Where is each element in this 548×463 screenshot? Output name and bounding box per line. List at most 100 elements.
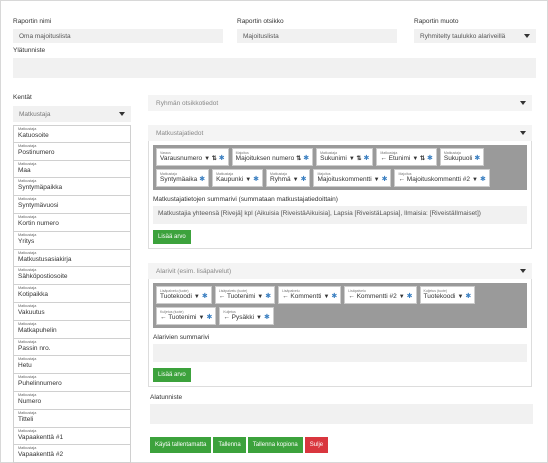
close-button[interactable]: Sulje [304, 437, 329, 453]
traveler-info-columns: Varaus Varausnumero ▼ ⇅ ✱ Majoitus Majoitukse… [153, 145, 527, 190]
field-list-item[interactable]: Matkustaja Vakuutus [13, 302, 131, 321]
gear-icon[interactable]: ✱ [474, 155, 480, 163]
filter-sort-icon[interactable]: ▼ [457, 293, 463, 301]
filter-sort-icon[interactable]: ▼ [293, 176, 299, 184]
sub-rows-header[interactable]: Alarivit (esim. lisäpalvelut) [148, 263, 532, 279]
column-chip-main: Majoituskommentti ▼ ✱ [317, 176, 387, 184]
gear-icon[interactable]: ✱ [331, 293, 337, 301]
gear-icon[interactable]: ✱ [202, 293, 208, 301]
save-button[interactable]: Tallenna [213, 437, 246, 453]
column-chip-label: Majoituskommentti [317, 176, 372, 183]
filter-sort-icon[interactable]: ▼ [194, 293, 200, 301]
filter-sort-icon[interactable]: ▼ [323, 293, 329, 301]
gear-icon[interactable]: ✱ [303, 155, 309, 163]
column-chip[interactable]: Lisäpalvelu (tuote) Tuotekoodi ▼ ✱ [156, 286, 212, 304]
field-list-item[interactable]: Matkustaja Hetu [13, 356, 131, 375]
field-name: Kortin numero [18, 219, 59, 227]
group-headers-select[interactable]: Ryhmän otsikkotiedot [148, 95, 532, 111]
field-list-item[interactable]: Matkustaja Postinumero [13, 142, 131, 161]
field-list-item[interactable]: Matkustaja Syntymävuosi [13, 196, 131, 214]
field-list-item[interactable]: Matkustaja Matkapuhelin [13, 320, 131, 339]
filter-sort-icon[interactable]: ▼ [256, 314, 262, 322]
sub-rows-title: Alarivit (esim. lisäpalvelut) [156, 267, 232, 275]
chevron-down-icon [524, 34, 530, 38]
filter-sort-icon[interactable]: ▼ [374, 176, 380, 184]
traveler-info-header[interactable]: Matkustajatiedot [148, 125, 532, 141]
sub-rows-add-value-button[interactable]: Lisää arvo [153, 368, 191, 382]
filter-sort-icon[interactable]: ▼ [399, 293, 405, 301]
field-list-item[interactable]: Matkustaja Matkustusasiakirja [13, 249, 131, 268]
column-chip[interactable]: Lisäpalvelu ← Kommentti #2 ▼ ✱ [344, 286, 417, 304]
filter-sort-icon[interactable]: ▼ [199, 314, 205, 322]
column-chip[interactable]: Varaus Varausnumero ▼ ⇅ ✱ [156, 148, 229, 166]
column-chip[interactable]: Matkustaja Sukupuoli ✱ [439, 148, 485, 166]
header-input[interactable] [13, 58, 536, 78]
field-list-item[interactable]: Matkustaja Sähköpostiosoite [13, 267, 131, 286]
field-list-item[interactable]: Matkustaja Vapaakenttä #1 [13, 427, 131, 446]
field-list-item[interactable]: Matkustaja Passin nro. [13, 338, 131, 357]
column-chip[interactable]: Majoitus Majoituksen numero ⇅ ✱ [231, 148, 314, 166]
gear-icon[interactable]: ✱ [407, 293, 413, 301]
column-chip[interactable]: Matkustaja Sukunimi ▼ ⇅ ✱ [316, 148, 374, 166]
gear-icon[interactable]: ✱ [301, 176, 307, 184]
gear-icon[interactable]: ✱ [480, 176, 486, 184]
report-format-select[interactable]: Ryhmitelty taulukko alariveillä [414, 29, 536, 43]
column-chip[interactable]: Kuljetus ← Pysäkki ▼ ✱ [219, 307, 274, 325]
gear-icon[interactable]: ✱ [265, 293, 271, 301]
column-chip[interactable]: Kuljetus (tuote) ← Tuotenimi ▼ ✱ [156, 307, 217, 325]
gear-icon[interactable]: ✱ [465, 293, 471, 301]
filter-sort-icon[interactable]: ▼ [472, 176, 478, 184]
column-chip[interactable]: Matkustaja Ryhmä ▼ ✱ [266, 169, 311, 187]
field-name: Vapaakenttä #2 [18, 451, 64, 459]
gear-icon[interactable]: ✱ [206, 314, 212, 322]
gear-icon[interactable]: ✱ [382, 176, 388, 184]
field-list-item[interactable]: Matkustaja Kortin numero [13, 213, 131, 232]
field-list-item[interactable]: Matkustaja Kotipaikka [13, 285, 131, 303]
column-chip[interactable]: Matkustaja Kaupunki ▼ ✱ [212, 169, 264, 187]
traveler-info-panel: Matkustajatiedot Varaus Varausnumero ▼ ⇅ ✱ M… [148, 125, 532, 249]
field-list-item[interactable]: Matkustaja Syntymäpaikka [13, 178, 131, 197]
save-copy-button[interactable]: Tallenna kopiona [247, 437, 303, 453]
sub-rows-summary-label: Alarivien summarivi [153, 334, 210, 341]
filter-sort-icon[interactable]: ▼ ⇅ [204, 155, 217, 163]
traveler-summary-input[interactable]: Matkustajia yhteensä [Rivejä] kpl (Aikui… [153, 206, 527, 224]
use-unsaved-button[interactable]: Käytä tallentamatta [150, 437, 212, 453]
report-name-input[interactable]: Oma majoituslista [13, 29, 223, 43]
traveler-add-value-button[interactable]: Lisää arvo [153, 230, 191, 244]
footer-input[interactable] [150, 404, 533, 424]
field-name: Hetu [18, 362, 32, 370]
gear-icon[interactable]: ✱ [219, 155, 225, 163]
gear-icon[interactable]: ✱ [427, 155, 433, 163]
gear-icon[interactable]: ✱ [363, 155, 369, 163]
column-chip[interactable]: Kuljetus (tuote) Tuotekoodi ▼ ✱ [419, 286, 476, 304]
filter-sort-icon[interactable]: ▼ ⇅ [349, 155, 362, 163]
fields-category-select[interactable]: Matkustaja [13, 106, 131, 122]
field-list-item[interactable]: Matkustaja Yritys [13, 231, 131, 250]
field-name: Katuosoite [18, 132, 49, 139]
gear-icon[interactable]: ✱ [199, 176, 205, 184]
filter-sort-icon[interactable]: ⇅ [296, 155, 301, 163]
filter-sort-icon[interactable]: ▼ [245, 176, 251, 184]
gear-icon[interactable]: ✱ [253, 176, 259, 184]
column-chip-label: Sukupuoli [443, 155, 473, 162]
column-chip[interactable]: Matkustaja Syntymäaika ✱ [156, 169, 210, 187]
filter-sort-icon[interactable]: ▼ ⇅ [412, 155, 425, 163]
column-chip[interactable]: Majoitus ← Majoituskommentti #2 ▼ ✱ [394, 169, 490, 187]
column-chip[interactable]: Lisäpalvelu ← Kommentti ▼ ✱ [278, 286, 342, 304]
field-list-item[interactable]: Matkustaja Maa [13, 160, 131, 179]
sub-rows-summary-input[interactable] [153, 344, 527, 362]
field-list-item[interactable]: Matkustaja Vapaakenttä #2 [13, 445, 131, 463]
column-chip[interactable]: Majoitus Majoituskommentti ▼ ✱ [313, 169, 392, 187]
field-list-item[interactable]: Matkustaja Katuosoite [13, 125, 131, 143]
field-list-item[interactable]: Matkustaja Numero [13, 391, 131, 410]
field-list-item[interactable]: Matkustaja Puhelinnumero [13, 374, 131, 392]
column-chip[interactable]: Matkustaja ← Etunimi ▼ ⇅ ✱ [376, 148, 437, 166]
field-name: Matkapuhelin [18, 326, 57, 334]
column-chip[interactable]: Lisäpalvelu (tuote) ← Tuotenimi ▼ ✱ [214, 286, 276, 304]
field-list-item[interactable]: Matkustaja Titteli [13, 409, 131, 428]
traveler-summary-label: Matkustajatietojen summarivi (summataan … [153, 196, 338, 203]
field-name: Syntymäpaikka [18, 184, 63, 192]
report-title-input[interactable]: Majoituslista [237, 29, 397, 43]
filter-sort-icon[interactable]: ▼ [257, 293, 263, 301]
gear-icon[interactable]: ✱ [264, 314, 270, 322]
